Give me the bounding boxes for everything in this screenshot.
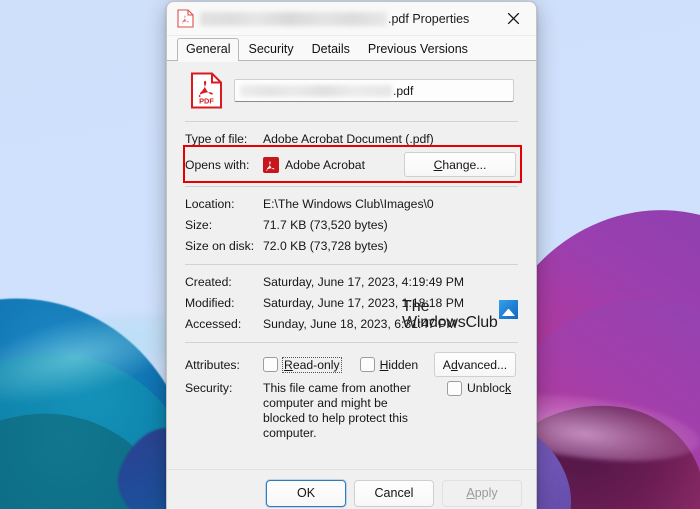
unblock-checkbox[interactable]: [447, 381, 462, 396]
size-on-disk-row: Size on disk: 72.0 KB (73,728 bytes): [185, 236, 518, 257]
type-of-file-value: Adobe Acrobat Document (.pdf): [263, 132, 434, 146]
tab-previous-versions[interactable]: Previous Versions: [359, 38, 477, 61]
opens-with-app-name: Adobe Acrobat: [285, 157, 365, 172]
file-name-redacted: [240, 84, 392, 97]
type-of-file-label: Type of file:: [185, 132, 248, 146]
read-only-checkbox[interactable]: [263, 357, 278, 372]
cancel-button[interactable]: Cancel: [354, 479, 434, 507]
dialog-footer: OK Cancel Apply: [167, 469, 536, 509]
security-message: This file came from another computer and…: [263, 381, 411, 440]
read-only-checkbox-row[interactable]: Read-only: [263, 356, 342, 373]
accessed-value: Sunday, June 18, 2023, 6:31:47 PM: [263, 317, 457, 331]
type-and-opens-group: Type of file: Adobe Acrobat Document (.p…: [183, 122, 522, 186]
size-on-disk-label: Size on disk:: [185, 239, 255, 253]
window-title: .pdf Properties: [388, 11, 470, 26]
pdf-document-icon: PDF: [191, 72, 222, 109]
type-of-file-row: Type of file: Adobe Acrobat Document (.p…: [185, 129, 518, 150]
hidden-label: Hidden: [379, 357, 419, 372]
accessed-label: Accessed:: [185, 317, 242, 331]
attributes-group: Attributes: Read-only Hidden Advanced...: [185, 343, 518, 448]
modified-row: Modified: Saturday, June 17, 2023, 1:18:…: [185, 293, 518, 314]
location-size-group: Location: E:\The Windows Club\Images\0 S…: [185, 187, 518, 264]
tab-details[interactable]: Details: [303, 38, 359, 61]
adobe-acrobat-icon: [263, 156, 279, 173]
filename-redacted: [200, 11, 387, 26]
created-value: Saturday, June 17, 2023, 4:19:49 PM: [263, 275, 465, 289]
advanced-button[interactable]: Advanced...: [434, 352, 516, 377]
file-name-row: PDF .pdf: [185, 61, 518, 121]
location-label: Location:: [185, 197, 235, 211]
read-only-label: Read-only: [282, 356, 342, 373]
opens-with-row: Opens with: Adobe Acrobat Change...: [185, 150, 518, 179]
created-row: Created: Saturday, June 17, 2023, 4:19:4…: [185, 272, 518, 293]
unblock-label: Unblock: [467, 381, 512, 395]
file-properties-dialog: .pdf Properties General Security Details…: [166, 1, 537, 509]
created-label: Created:: [185, 275, 232, 289]
screen: .pdf Properties General Security Details…: [0, 0, 700, 509]
change-button-label-rest: hange...: [442, 157, 487, 172]
accessed-row: Accessed: Sunday, June 18, 2023, 6:31:47…: [185, 314, 518, 335]
location-row: Location: E:\The Windows Club\Images\0: [185, 194, 518, 215]
security-row: Security: This file came from another co…: [185, 377, 518, 441]
tab-strip: General Security Details Previous Versio…: [167, 36, 536, 62]
attributes-label: Attributes:: [185, 357, 240, 372]
svg-text:PDF: PDF: [199, 97, 214, 106]
tab-general[interactable]: General: [177, 38, 240, 62]
pdf-file-icon: [177, 9, 194, 28]
general-tab-panel: PDF .pdf Type of file: Adobe Acrobat Doc…: [167, 61, 536, 469]
modified-value: Saturday, June 17, 2023, 1:18:18 PM: [263, 296, 465, 310]
bottom-spacer: [185, 448, 518, 460]
opens-with-label: Opens with:: [185, 157, 250, 172]
size-row: Size: 71.7 KB (73,520 bytes): [185, 215, 518, 236]
hidden-checkbox-row[interactable]: Hidden: [359, 357, 419, 372]
unblock-checkbox-row[interactable]: Unblock: [447, 381, 511, 396]
close-button[interactable]: [491, 2, 536, 34]
attributes-row: Attributes: Read-only Hidden Advanced...: [185, 350, 518, 377]
title-bar: .pdf Properties: [167, 2, 536, 36]
apply-button[interactable]: Apply: [442, 479, 522, 507]
size-value: 71.7 KB (73,520 bytes): [263, 218, 388, 232]
ok-button[interactable]: OK: [266, 479, 346, 507]
file-name-input[interactable]: .pdf: [234, 79, 514, 102]
tab-security[interactable]: Security: [239, 38, 302, 61]
location-value: E:\The Windows Club\Images\0: [263, 197, 434, 211]
size-on-disk-value: 72.0 KB (73,728 bytes): [263, 239, 388, 253]
timestamps-group: Created: Saturday, June 17, 2023, 4:19:4…: [185, 265, 518, 342]
security-label: Security:: [185, 381, 233, 395]
modified-label: Modified:: [185, 296, 235, 310]
size-label: Size:: [185, 218, 213, 232]
opens-with-highlight-region: Opens with: Adobe Acrobat Change...: [183, 145, 522, 183]
change-button[interactable]: Change...: [404, 152, 516, 177]
file-name-extension: .pdf: [393, 83, 414, 98]
hidden-checkbox[interactable]: [359, 357, 375, 372]
close-icon: [507, 12, 520, 24]
